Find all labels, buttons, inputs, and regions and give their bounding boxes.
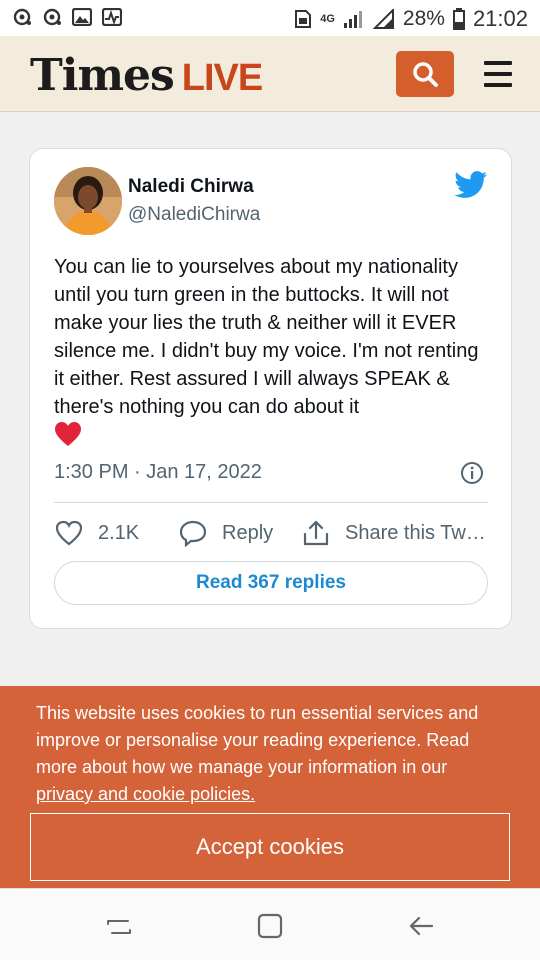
privacy-policy-link[interactable]: privacy and cookie policies. — [36, 784, 255, 804]
share-icon — [303, 520, 329, 546]
signal-icon — [343, 11, 362, 28]
times-live-logo[interactable]: Times LIVE — [30, 50, 263, 101]
avatar[interactable] — [54, 167, 122, 235]
signal-icon — [372, 9, 394, 29]
home-icon[interactable] — [255, 911, 285, 941]
like-button[interactable]: 2.1K — [54, 515, 139, 551]
cookie-message: This website uses cookies to run essenti… — [36, 700, 506, 808]
status-bar: 4G 28% 21:02 — [0, 0, 540, 36]
hamburger-menu-icon[interactable] — [484, 58, 512, 90]
activity-icon — [102, 8, 122, 26]
red-heart-emoji-icon — [55, 422, 81, 446]
sim-icon — [295, 10, 312, 28]
search-icon — [413, 62, 438, 87]
avatar-image — [54, 167, 122, 235]
twitter-bird-icon[interactable] — [454, 171, 488, 199]
reply-button[interactable]: Reply — [178, 515, 273, 551]
logo-live-text: LIVE — [181, 57, 263, 99]
status-system: 4G 28% 21:02 — [294, 6, 528, 32]
gallery-icon — [72, 8, 92, 26]
tweet-actions: 2.1K Reply Share this Tw… — [54, 515, 494, 551]
menu-line — [484, 83, 512, 87]
share-label: Share this Tw… — [345, 521, 486, 544]
divider — [54, 502, 488, 503]
logo-times-text: Times — [30, 50, 175, 101]
embedded-tweet: Naledi Chirwa @NalediChirwa You can lie … — [29, 148, 512, 629]
clock: 21:02 — [472, 6, 528, 31]
heart-icon — [55, 520, 83, 546]
notification-icon — [43, 8, 61, 26]
search-button[interactable] — [396, 51, 454, 97]
menu-line — [484, 61, 512, 65]
recent-apps-icon[interactable] — [104, 911, 134, 941]
accept-cookies-button[interactable]: Accept cookies — [30, 813, 510, 881]
author-name[interactable]: Naledi Chirwa — [128, 176, 254, 198]
author-handle[interactable]: @NalediChirwa — [128, 204, 260, 226]
battery-percent: 28% — [402, 7, 445, 30]
system-nav-bar — [0, 888, 540, 960]
status-notifications — [12, 8, 122, 26]
cookie-banner: This website uses cookies to run essenti… — [0, 686, 540, 888]
menu-line — [484, 72, 512, 76]
notification-icon — [13, 8, 31, 26]
share-button[interactable]: Share this Tw… — [301, 515, 486, 551]
cookie-message-text: This website uses cookies to run essenti… — [36, 703, 479, 777]
read-replies-button[interactable]: Read 367 replies — [54, 561, 488, 605]
battery-icon — [452, 8, 465, 30]
like-count: 2.1K — [98, 521, 140, 544]
tweet-text: You can lie to yourselves about my natio… — [54, 256, 479, 418]
tweet-timestamp[interactable]: 1:30 PM · Jan 17, 2022 — [54, 461, 262, 484]
site-header: Times LIVE — [0, 36, 540, 112]
info-icon[interactable] — [460, 461, 484, 485]
network-type: 4G — [320, 13, 335, 25]
reply-bubble-icon — [179, 520, 207, 547]
back-icon[interactable] — [406, 911, 436, 941]
reply-label: Reply — [222, 521, 274, 544]
